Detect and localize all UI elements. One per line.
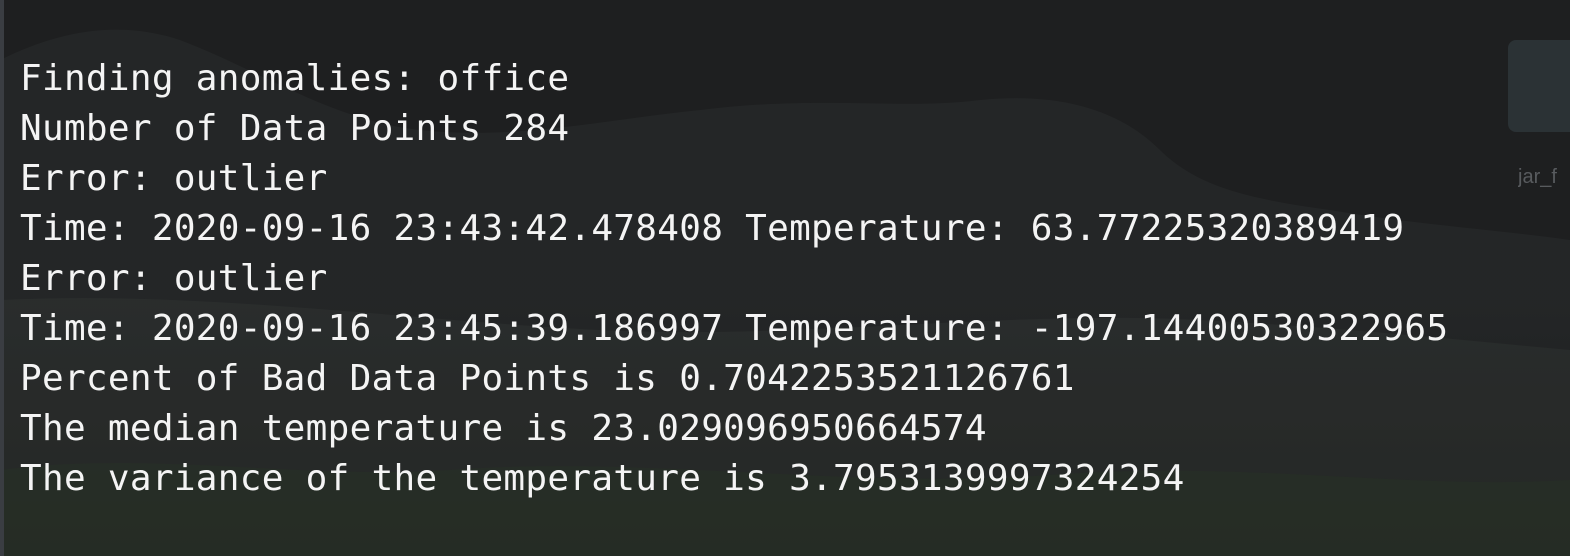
output-line: Time: 2020-09-16 23:43:42.478408 Tempera… (20, 208, 1405, 249)
output-line: Time: 2020-09-16 23:45:39.186997 Tempera… (20, 308, 1449, 349)
desktop-folder-icon (1508, 40, 1570, 132)
output-line: The median temperature is 23.02909695066… (20, 408, 987, 449)
output-line: The variance of the temperature is 3.795… (20, 458, 1185, 499)
window-left-edge (0, 0, 4, 556)
output-line: Error: outlier (20, 258, 328, 299)
output-line: Error: outlier (20, 158, 328, 199)
output-line: Number of Data Points 284 (20, 108, 570, 149)
desktop-folder-label: jar_f (1518, 166, 1557, 188)
terminal-window[interactable]: jar_f Finding anomalies: office Number o… (0, 0, 1570, 556)
output-line: Percent of Bad Data Points is 0.70422535… (20, 358, 1075, 399)
terminal-output[interactable]: Finding anomalies: office Number of Data… (20, 54, 1448, 504)
output-line: Finding anomalies: office (20, 58, 570, 99)
